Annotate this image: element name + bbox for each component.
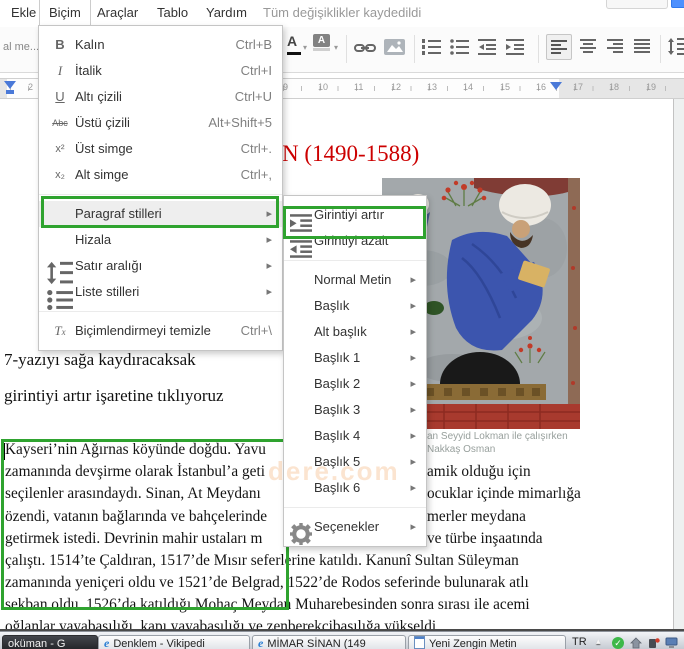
bulleted-list-icon[interactable] (450, 39, 469, 55)
align-center-button[interactable] (580, 39, 596, 53)
submenu-item-options[interactable]: Seçenekler (284, 514, 426, 545)
italic-icon: I (57, 63, 63, 78)
format-menu: B Kalın Ctrl+B I İtalik Ctrl+I U Altı çi… (38, 25, 283, 351)
line-spacing-icon[interactable] (668, 38, 684, 55)
antivirus-status-icon[interactable]: ✓ (612, 637, 624, 649)
instruction-line-2: girintiyi artır işaretine tıklıyoruz (4, 386, 224, 405)
highlight-color-button[interactable]: A (313, 34, 330, 51)
insert-image-icon[interactable] (384, 39, 405, 55)
submenu-item-increase-indent[interactable]: Girintiyi artır (284, 202, 426, 232)
submenu-item-heading-4[interactable]: Başlık 4 (284, 423, 426, 449)
align-justify-button[interactable] (634, 39, 650, 53)
paragraph-line: zamanında yeniçeri oldu ve 1521’de Belgr… (5, 574, 529, 591)
ruler-number: 11 (354, 82, 364, 92)
share-button-corner[interactable] (671, 0, 684, 8)
submenu-item-subtitle[interactable]: Alt başlık (284, 319, 426, 345)
windows-taskbar: oküman - G e Denklem - Vikipedi e MİMAR Sİ… (0, 631, 684, 649)
numbered-list-icon[interactable] (422, 39, 441, 55)
left-indent-marker[interactable] (4, 81, 16, 89)
menu-bicim[interactable]: Biçim (39, 0, 91, 25)
scrollbar-track[interactable] (673, 97, 684, 630)
save-status: Tüm değişiklikler kaydedildi (263, 5, 422, 20)
paragraph-style-selector[interactable]: al me... (3, 41, 39, 53)
comments-button-edge[interactable] (606, 0, 668, 9)
show-hidden-icons-arrow[interactable]: ▴ (596, 636, 601, 647)
display-settings-icon[interactable] (665, 637, 678, 649)
decrease-indent-icon[interactable] (478, 39, 496, 55)
clear-formatting-icon: Tx (54, 323, 66, 338)
ruler-number: 12 (391, 82, 402, 92)
submenu-item-normal-text[interactable]: Normal Metin (284, 267, 426, 293)
ruler-number: 9 (283, 82, 289, 92)
internet-explorer-icon: e (104, 636, 110, 649)
gear-icon (290, 523, 312, 545)
align-left-button[interactable] (546, 34, 572, 60)
google-docs-window: N (1490-1588) an Seyyid Lokman ile çalış… (0, 0, 684, 649)
taskbar-button-wordpad[interactable]: Yeni Zengin Metin (408, 635, 566, 649)
ruler-number: 19 (646, 82, 657, 92)
align-right-button[interactable] (607, 39, 623, 53)
submenu-item-heading-5[interactable]: Başlık 5 (284, 449, 426, 475)
taskbar-button-mimar-sinan[interactable]: e MİMAR SİNAN (149 (252, 635, 406, 649)
paragraph-styles-submenu: Girintiyi artır Girintiyi azalt Normal M… (283, 195, 427, 547)
underline-icon: U (55, 89, 65, 104)
ruler-number: 2 (28, 82, 34, 92)
menu-yardim[interactable]: Yardım (197, 0, 256, 25)
language-indicator[interactable]: TR (572, 636, 587, 648)
submenu-item-decrease-indent[interactable]: Girintiyi azalt (284, 228, 426, 258)
first-line-indent-marker[interactable] (6, 90, 14, 94)
highlight-caret-icon[interactable]: ▾ (334, 43, 338, 52)
submenu-item-title[interactable]: Başlık (284, 293, 426, 319)
subscript-icon: x₂ (55, 169, 65, 181)
menu-item-superscript[interactable]: x² Üst simge Ctrl+. (39, 136, 282, 162)
instruction-line-1: 7-yazıyı sağa kaydıracaksak (4, 350, 196, 369)
paragraph-line: çalıştı. 1514’te Çaldıran, 1517’de Mısır… (5, 552, 519, 569)
menu-item-align[interactable]: Hizala (39, 227, 282, 253)
home-network-icon[interactable] (630, 637, 642, 649)
menu-item-underline[interactable]: U Altı çizili Ctrl+U (39, 84, 282, 110)
ruler-number: 13 (427, 82, 438, 92)
menu-tablo[interactable]: Tablo (148, 0, 197, 25)
paragraph-line: sekban oldu. 1526’da katıldığı Mohaç Mey… (5, 596, 530, 613)
audio-device-icon[interactable] (648, 637, 660, 649)
ruler-number: 17 (573, 82, 584, 92)
menu-item-strikethrough[interactable]: Abc Üstü çizili Alt+Shift+5 (39, 110, 282, 136)
list-icon (47, 289, 73, 311)
wordpad-document-icon (414, 636, 425, 649)
document-title: N (1490-1588) (282, 141, 420, 166)
taskbar-button-vikipedi[interactable]: e Denklem - Vikipedi (98, 635, 250, 649)
menu-item-subscript[interactable]: x₂ Alt simge Ctrl+, (39, 162, 282, 188)
strikethrough-icon: Abc (52, 118, 68, 128)
menubar: Ekle Biçim Araçlar Tablo Yardım Tüm deği… (0, 0, 684, 25)
submenu-item-heading-3[interactable]: Başlık 3 (284, 397, 426, 423)
decrease-indent-icon (290, 240, 312, 258)
ruler-number: 10 (318, 82, 329, 92)
menu-item-italic[interactable]: I İtalik Ctrl+I (39, 58, 282, 84)
superscript-icon: x² (55, 143, 65, 155)
text-color-caret-icon[interactable]: ▾ (303, 43, 307, 52)
menu-araclar[interactable]: Araçlar (88, 0, 147, 25)
submenu-item-heading-1[interactable]: Başlık 1 (284, 345, 426, 371)
submenu-item-heading-2[interactable]: Başlık 2 (284, 371, 426, 397)
increase-indent-icon[interactable] (506, 39, 524, 55)
ruler-number: 14 (463, 82, 474, 92)
menu-item-bold[interactable]: B Kalın Ctrl+B (39, 32, 282, 58)
right-indent-marker[interactable] (550, 82, 562, 90)
taskbar-button-document[interactable]: oküman - G (2, 635, 98, 649)
ruler-number: 16 (536, 82, 547, 92)
menu-item-line-spacing[interactable]: Satır aralığı (39, 253, 282, 285)
ruler-number: 15 (500, 82, 511, 92)
submenu-item-heading-6[interactable]: Başlık 6 (284, 475, 426, 501)
internet-explorer-icon: e (258, 636, 264, 649)
ruler-number: 18 (609, 82, 620, 92)
text-color-button[interactable]: A (287, 33, 301, 55)
menu-item-paragraph-styles[interactable]: Paragraf stilleri (39, 201, 282, 227)
menu-item-list-styles[interactable]: Liste stilleri (39, 279, 282, 311)
bold-icon: B (55, 37, 65, 52)
menu-item-clear-formatting[interactable]: Tx Biçimlendirmeyi temizle Ctrl+\ (39, 318, 282, 344)
insert-link-icon[interactable] (354, 42, 376, 54)
